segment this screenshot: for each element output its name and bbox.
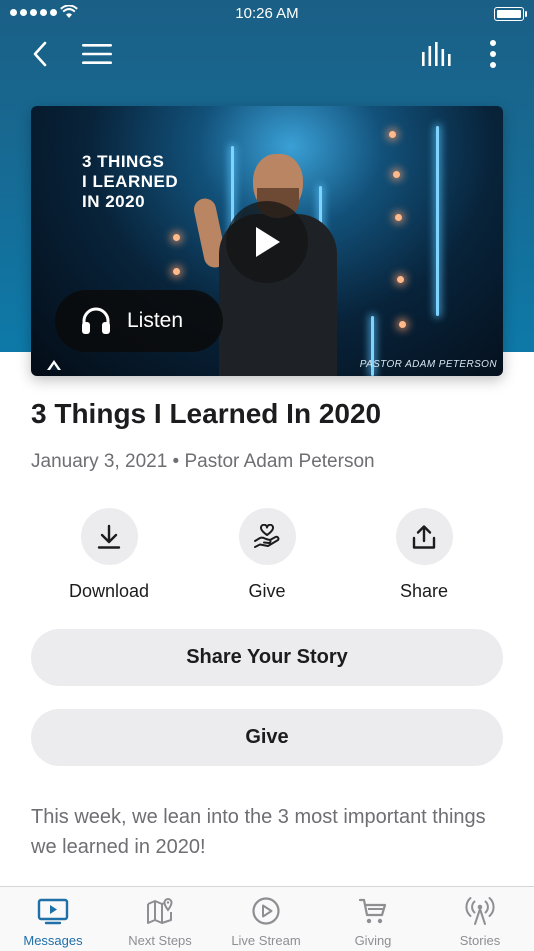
cart-icon [358, 898, 387, 924]
give-action[interactable]: Give [207, 508, 327, 602]
stage-light [389, 131, 396, 138]
tab-label: Stories [459, 933, 501, 948]
play-button[interactable] [226, 201, 308, 283]
tab-label: Live Stream [231, 933, 301, 948]
tab-giving[interactable]: Giving [320, 895, 426, 948]
light-beam [436, 126, 439, 316]
video-credit: PASTOR ADAM PETERSON [359, 359, 497, 370]
map-icon [147, 898, 173, 924]
tab-label: Messages [23, 933, 83, 948]
back-button[interactable] [24, 38, 56, 70]
give-label: Give [248, 581, 286, 601]
tv-icon [37, 898, 69, 925]
church-logo-icon [47, 360, 61, 370]
chevron-left-icon [33, 41, 47, 67]
battery-icon [494, 7, 527, 21]
tab-live-stream[interactable]: Live Stream [213, 895, 319, 948]
message-title: 3 Things I Learned In 2020 [31, 398, 382, 429]
listen-button[interactable]: Listen [55, 290, 223, 352]
play-circle-icon [252, 897, 280, 925]
tab-label: Next Steps [128, 933, 192, 948]
message-meta: January 3, 2021 • Pastor Adam Peterson [31, 451, 375, 472]
download-icon [97, 524, 121, 549]
listen-label: Listen [127, 309, 184, 332]
broadcast-icon [465, 897, 495, 925]
more-options-button[interactable] [480, 38, 506, 70]
give-icon [254, 523, 280, 548]
tab-stories[interactable]: Stories [427, 895, 533, 948]
share-label: Share [399, 581, 449, 601]
download-label: Download [68, 581, 150, 601]
tab-messages[interactable]: Messages [0, 895, 106, 948]
hamburger-icon [82, 44, 112, 64]
give-circle[interactable] [238, 508, 296, 565]
share-your-story-button[interactable]: Share Your Story [31, 629, 503, 686]
download-circle[interactable] [80, 508, 138, 565]
audio-bars-button[interactable] [418, 38, 454, 70]
status-bar: 10:26 AM [0, 0, 534, 28]
stage-light [393, 171, 400, 178]
stage-light [173, 234, 180, 241]
video-title-overlay: 3 THINGS I LEARNED IN 2020 [82, 152, 179, 211]
stage-light [173, 268, 180, 275]
status-time: 10:26 AM [235, 5, 299, 22]
share-action[interactable]: Share [364, 508, 484, 602]
share-icon [412, 524, 436, 549]
stage-light [395, 214, 402, 221]
stage-light [399, 321, 406, 328]
share-circle[interactable] [395, 508, 453, 565]
give-button[interactable]: Give [31, 709, 503, 766]
more-vertical-icon [490, 40, 496, 68]
video-player[interactable]: 3 THINGS I LEARNED IN 2020 Listen PASTOR… [31, 106, 503, 376]
tab-next-steps[interactable]: Next Steps [107, 895, 213, 948]
stage-light [397, 276, 404, 283]
tab-bar: Messages Next Steps Live Stream Giving S… [0, 886, 534, 951]
download-action[interactable]: Download [49, 508, 169, 602]
message-description: This week, we lean into the 3 most impor… [31, 806, 486, 858]
tab-label: Giving [354, 933, 392, 948]
menu-button[interactable] [80, 38, 114, 70]
play-icon [256, 227, 280, 257]
equalizer-icon [422, 42, 451, 66]
headphones-icon [82, 307, 110, 334]
